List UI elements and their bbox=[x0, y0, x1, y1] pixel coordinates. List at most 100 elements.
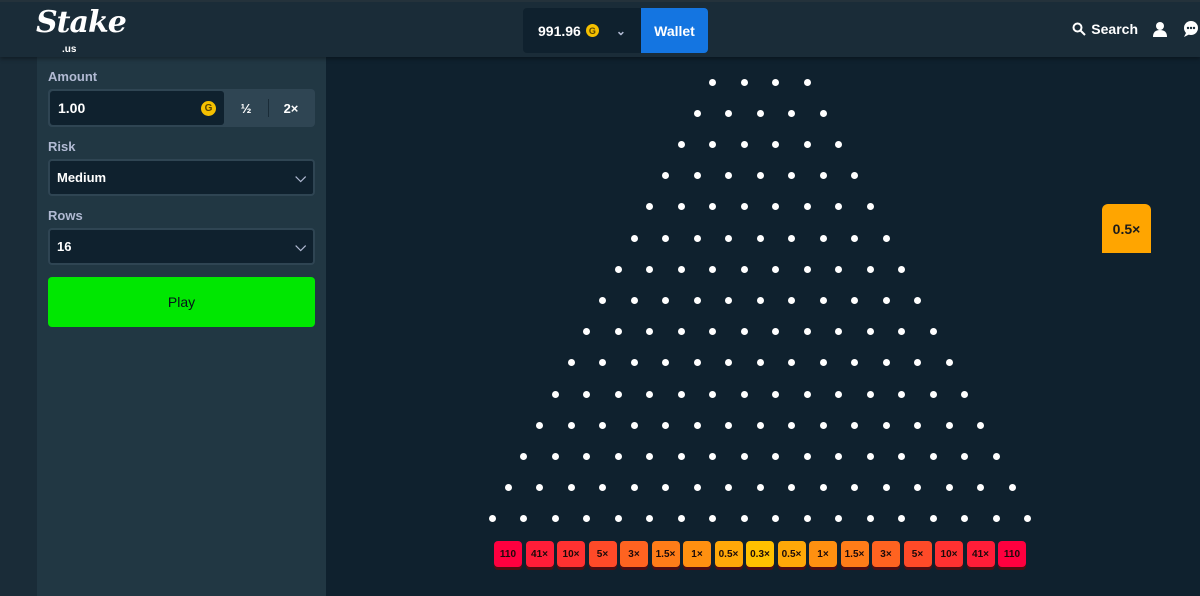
risk-value: Medium bbox=[57, 170, 107, 185]
peg bbox=[945, 484, 953, 492]
peg bbox=[614, 515, 622, 523]
peg bbox=[725, 359, 732, 367]
peg bbox=[898, 515, 906, 523]
peg bbox=[662, 172, 669, 180]
bet-controls-panel: Amount 1.00 G ½ 2× Risk Medium ⌵ Rows 16 ⌵ … bbox=[37, 57, 326, 596]
peg bbox=[929, 452, 937, 460]
peg bbox=[725, 172, 732, 180]
peg bbox=[740, 390, 748, 398]
peg bbox=[772, 328, 780, 336]
peg bbox=[488, 515, 496, 523]
peg bbox=[677, 515, 685, 523]
peg bbox=[961, 390, 969, 398]
peg bbox=[772, 265, 780, 273]
balance-value: 991.96 bbox=[538, 22, 581, 39]
peg bbox=[772, 390, 780, 398]
rows-label: Rows bbox=[48, 208, 83, 223]
user-icon[interactable] bbox=[1152, 21, 1168, 37]
peg bbox=[740, 265, 748, 273]
peg bbox=[851, 484, 858, 492]
peg bbox=[662, 234, 669, 242]
peg bbox=[677, 390, 685, 398]
peg bbox=[803, 328, 811, 336]
amount-value: 1.00 bbox=[58, 100, 86, 116]
peg bbox=[882, 484, 890, 492]
peg bbox=[866, 390, 874, 398]
multiplier-bucket: 110 bbox=[998, 541, 1026, 567]
peg bbox=[977, 484, 984, 492]
peg bbox=[803, 78, 811, 86]
peg bbox=[709, 390, 717, 398]
search-button[interactable]: Search bbox=[1072, 21, 1138, 37]
peg bbox=[898, 452, 906, 460]
multiplier-bucket: 0.5× bbox=[714, 541, 743, 567]
peg bbox=[898, 328, 906, 336]
peg bbox=[583, 390, 591, 398]
peg bbox=[803, 452, 811, 460]
peg bbox=[583, 515, 591, 523]
peg bbox=[646, 265, 654, 273]
stake-logo[interactable]: Stake .us bbox=[36, 8, 127, 56]
peg bbox=[725, 234, 732, 242]
peg bbox=[1008, 484, 1016, 492]
peg bbox=[882, 421, 890, 429]
peg bbox=[709, 265, 717, 273]
play-button[interactable]: Play bbox=[48, 277, 315, 327]
multiplier-bucket: 110 bbox=[494, 541, 522, 567]
peg bbox=[709, 140, 717, 148]
peg bbox=[756, 172, 764, 180]
peg bbox=[819, 359, 827, 367]
peg bbox=[709, 78, 717, 86]
peg bbox=[551, 390, 559, 398]
peg bbox=[677, 328, 685, 336]
peg bbox=[992, 515, 1000, 523]
gold-coin-icon: G bbox=[201, 100, 216, 116]
multiplier-bucket: 1.5× bbox=[840, 541, 869, 567]
peg bbox=[788, 234, 795, 242]
balance-selector[interactable]: 991.96 G ⌄ bbox=[523, 8, 641, 53]
peg bbox=[819, 172, 827, 180]
multiplier-bucket: 10× bbox=[935, 541, 963, 567]
peg bbox=[504, 484, 512, 492]
peg bbox=[898, 390, 906, 398]
chevron-down-icon: ⌄ bbox=[615, 23, 626, 38]
peg bbox=[788, 109, 795, 117]
peg bbox=[599, 359, 606, 367]
wallet-button[interactable]: Wallet bbox=[641, 8, 708, 53]
plinko-board: 0.5× 110 41× 10× 5× 3× 1.5× 1× 0.5× 0.3× 0.5× 1× 1.… bbox=[326, 57, 1200, 596]
peg bbox=[929, 515, 937, 523]
peg bbox=[835, 328, 843, 336]
peg bbox=[866, 265, 874, 273]
peg bbox=[551, 515, 559, 523]
peg bbox=[882, 359, 890, 367]
peg bbox=[709, 328, 717, 336]
rows-select[interactable]: 16 ⌵ bbox=[48, 228, 315, 265]
logo-suffix: .us bbox=[62, 44, 77, 55]
peg bbox=[740, 203, 748, 211]
chat-icon[interactable] bbox=[1182, 20, 1200, 38]
peg bbox=[914, 296, 921, 304]
multiplier-bucket: 41× bbox=[966, 541, 995, 567]
peg bbox=[551, 452, 559, 460]
peg bbox=[630, 421, 638, 429]
risk-select[interactable]: Medium ⌵ bbox=[48, 159, 315, 196]
peg bbox=[914, 421, 921, 429]
peg bbox=[788, 484, 795, 492]
peg bbox=[599, 296, 606, 304]
peg bbox=[646, 515, 654, 523]
peg bbox=[835, 452, 843, 460]
peg bbox=[898, 265, 906, 273]
peg bbox=[646, 390, 654, 398]
peg bbox=[646, 203, 654, 211]
gold-coin-icon: G bbox=[585, 24, 599, 37]
peg bbox=[772, 515, 780, 523]
peg bbox=[866, 452, 874, 460]
peg bbox=[772, 78, 780, 86]
peg bbox=[662, 484, 669, 492]
peg bbox=[788, 296, 795, 304]
amount-input[interactable]: 1.00 G bbox=[50, 91, 224, 125]
top-header: Stake .us 991.96 G ⌄ Wallet Search bbox=[0, 0, 1200, 57]
half-amount-button[interactable]: ½ bbox=[224, 91, 268, 125]
peg bbox=[851, 359, 858, 367]
double-amount-button[interactable]: 2× bbox=[269, 91, 313, 125]
